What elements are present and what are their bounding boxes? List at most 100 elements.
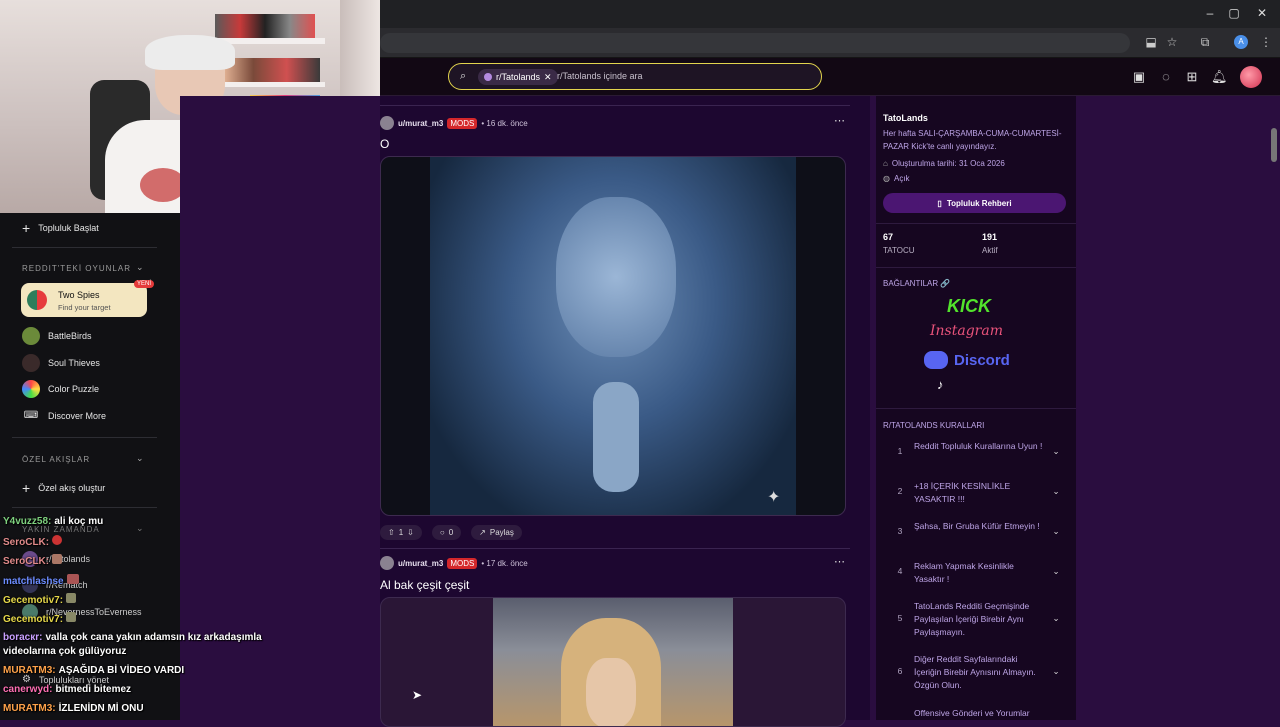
chevron-down-icon[interactable]: ⌄ (1046, 520, 1066, 537)
comment-icon: ○ (439, 528, 445, 537)
game-battlebirds[interactable]: BattleBirds (22, 327, 92, 345)
post-title[interactable]: Al bak çeşit çeşit (380, 578, 469, 592)
chat-user: Gecemotiv7: (3, 614, 64, 625)
chevron-down-icon[interactable]: ⌄ (1046, 560, 1066, 577)
share-button[interactable]: ↗ Paylaş (471, 525, 522, 540)
comments-button[interactable]: ○ 0 (431, 525, 462, 540)
chevron-down-icon[interactable]: ⌄ (136, 453, 144, 464)
rule-item[interactable]: 5 TatoLands Redditi Geçmişinde Paylaşılan… (886, 600, 1066, 639)
chevron-down-icon[interactable]: ⌄ (1046, 653, 1066, 677)
prev-post-actions (380, 96, 850, 106)
members-count: 67 (883, 232, 894, 242)
chat-user: MURATM3: (3, 703, 56, 714)
custom-feeds-header[interactable]: ÖZEL AKIŞLAR (22, 455, 90, 464)
chevron-down-icon[interactable]: ⌄ (136, 262, 144, 273)
rule-item[interactable]: 3 Şahsa, Bir Gruba Küfür Etmeyin ! ⌄ (886, 520, 1066, 537)
instagram-link[interactable]: Instagram (930, 323, 1003, 339)
plus-icon: + (22, 220, 31, 236)
chat-line: Gecemotiv7: (3, 612, 77, 625)
chat-user: matchlashse (3, 576, 64, 587)
upvote-icon[interactable]: ⇧ (388, 528, 395, 537)
rule-item[interactable]: Offensive Gönderi ve Yorumlar (886, 707, 1066, 720)
discover-more-button[interactable]: ⌨ Discover More (22, 410, 106, 421)
rule-item[interactable]: 1 Reddit Topluluk Kurallarına Uyun ! ⌄ (886, 440, 1066, 457)
downvote-icon[interactable]: ⇩ (407, 528, 414, 537)
game-soul-thieves[interactable]: Soul Thieves (22, 354, 100, 372)
menu-icon[interactable]: ⋮ (1258, 35, 1274, 49)
author-avatar[interactable] (380, 556, 394, 570)
rule-item[interactable]: 6 Diğer Reddit Sayfalarındaki İçeriğin Bi… (886, 653, 1066, 692)
start-community-button[interactable]: + Topluluk Başlat (22, 220, 99, 236)
discord-link[interactable]: Discord (924, 351, 1010, 369)
chat-line: MURATM3: İZLENİDN Mİ ONU (3, 703, 144, 714)
active-label: Aktif (982, 246, 998, 255)
mouse-cursor-icon: ➤ (412, 688, 423, 702)
chat-user: boracкr: (3, 632, 43, 643)
game-label: Color Puzzle (48, 384, 100, 394)
rule-item[interactable]: 4 Reklam Yapmak Kesinlikle Yasaktır ! ⌄ (886, 560, 1066, 586)
chat-line: SeroCLK: (3, 535, 63, 548)
minimize-icon[interactable]: – (1200, 6, 1220, 20)
face-shape (586, 658, 636, 726)
author-avatar[interactable] (380, 116, 394, 130)
chat-line: matchlashse (3, 574, 79, 587)
active-count: 191 (982, 232, 998, 242)
chevron-down-icon[interactable]: ⌄ (1046, 600, 1066, 624)
chat-line: Gecemotiv7: (3, 593, 77, 606)
game-two-spies[interactable]: Two Spies Find your target (21, 283, 147, 317)
bell-icon[interactable]: 🔔︎ (1211, 69, 1228, 85)
url-omnibox[interactable] (380, 33, 1130, 53)
more-options-icon[interactable]: ⋯ (834, 555, 845, 568)
chat-line: Y4vuzz58: ali koç mu (3, 516, 103, 527)
chat-icon[interactable]: ◌ (1158, 69, 1174, 84)
emote-icon (52, 535, 63, 545)
discord-label: Discord (954, 351, 1010, 369)
kick-link[interactable]: KICK (947, 296, 991, 317)
page-scrollbar[interactable] (1271, 128, 1277, 162)
battlebirds-icon (22, 327, 40, 345)
star-icon[interactable]: ☆ (1164, 35, 1180, 49)
community-guide-button[interactable]: ▯ Topluluk Rehberi (883, 193, 1066, 213)
rule-number (886, 707, 914, 713)
ads-icon[interactable]: ▣ (1131, 69, 1147, 85)
mods-flair: MODS (447, 557, 478, 569)
extensions-icon[interactable]: ⧉ (1197, 35, 1213, 50)
close-window-icon[interactable]: ✕ (1252, 6, 1272, 20)
create-icon[interactable]: ⊞ (1184, 69, 1200, 85)
chevron-down-icon[interactable]: ⌄ (1046, 440, 1066, 457)
links-header: BAĞLANTILAR 🔗 (883, 279, 951, 288)
rule-item[interactable]: 2 +18 İÇERİK KESİNLİKLE YASAKTIR !!! ⌄ (886, 480, 1066, 506)
remove-chip-icon[interactable]: ✕ (544, 69, 552, 85)
new-badge: YENİ (134, 280, 155, 288)
games-section-header[interactable]: REDDIT'TEKİ OYUNLAR (22, 264, 131, 273)
more-options-icon[interactable]: ⋯ (834, 114, 845, 127)
tiktok-link[interactable]: ♪ (937, 377, 944, 392)
maximize-icon[interactable]: ▢ (1224, 6, 1244, 20)
post-image[interactable]: ✦ (380, 156, 846, 516)
chat-user: SeroCLK: (3, 537, 50, 548)
discord-icon (924, 351, 948, 369)
chat-message: AŞAĞIDA Bİ VİDEO VARDI (58, 665, 185, 676)
search-scope-chip[interactable]: r/Tatolands ✕ (478, 69, 558, 85)
post-author[interactable]: u/murat_m3 (398, 119, 443, 128)
post-image[interactable] (380, 597, 846, 727)
vote-pill: ⇧ 1 ⇩ (380, 525, 422, 540)
user-avatar[interactable] (1240, 66, 1262, 88)
chevron-down-icon[interactable]: ⌄ (136, 523, 144, 534)
install-icon[interactable]: ⬓ (1143, 35, 1159, 49)
divider (380, 548, 850, 549)
chat-line: MURATM3: AŞAĞIDA Bİ VİDEO VARDI (3, 665, 184, 676)
game-color-puzzle[interactable]: Color Puzzle (22, 380, 99, 398)
post-title[interactable]: O (380, 137, 389, 151)
search-input[interactable]: r/Tatolands içinde ara (557, 71, 643, 81)
chat-user: MURATM3: (3, 665, 56, 676)
rule-text: Reddit Topluluk Kurallarına Uyun ! (914, 441, 1043, 451)
community-description: Her hafta SALI-ÇARŞAMBA-CUMA-CUMARTESİ-P… (883, 129, 1062, 151)
profile-icon[interactable]: A (1234, 35, 1248, 49)
post-author[interactable]: u/murat_m3 (398, 559, 443, 568)
chevron-down-icon[interactable]: ⌄ (1046, 480, 1066, 497)
members-label: TATOCU (883, 246, 915, 255)
two-spies-icon (27, 290, 47, 310)
page-background (180, 96, 380, 720)
create-custom-feed-button[interactable]: + Özel akış oluştur (22, 480, 105, 496)
